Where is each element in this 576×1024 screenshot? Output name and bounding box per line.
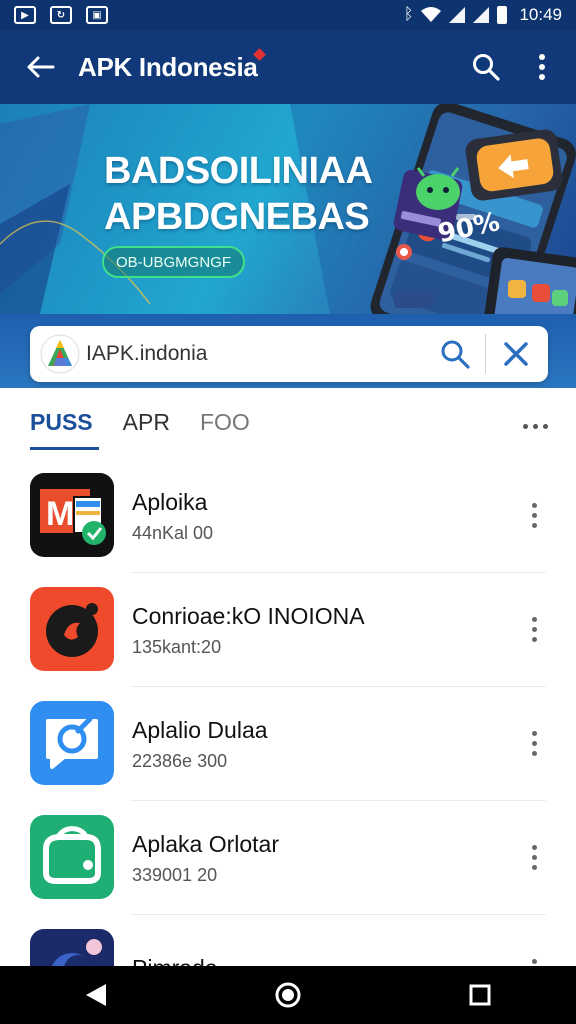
search-icon	[473, 54, 500, 81]
svg-text:M: M	[46, 495, 74, 533]
square-recents-icon	[469, 984, 491, 1006]
promo-banner[interactable]: 90% BADSOILINIAA APBDGNEBAS OB-UBGMGNGF	[0, 104, 576, 314]
system-nav-bar	[0, 966, 576, 1024]
app-subtitle: 339001 20	[132, 864, 218, 885]
list-item[interactable]: Conrioae:kO INOIONA 135kant:20	[0, 572, 576, 686]
category-tabs: PUSS APR FOO	[0, 396, 576, 456]
item-menu-button[interactable]	[514, 599, 554, 659]
dark-app-icon	[30, 929, 114, 966]
record-app-icon	[30, 587, 114, 671]
banner-headline: BADSOILINIAA APBDGNEBAS	[104, 148, 374, 240]
list-item[interactable]: M Aploika 44nKal 00	[0, 458, 576, 572]
app-subtitle: 22386e 300	[132, 750, 228, 771]
more-vertical-icon	[539, 54, 545, 80]
more-horizontal-icon	[523, 423, 528, 429]
item-menu-button[interactable]	[514, 827, 554, 887]
banner-headline-line1: BADSOILINIAA	[104, 150, 373, 192]
overflow-menu-button[interactable]	[518, 43, 566, 91]
app-bar: APK Indonesia	[0, 30, 576, 104]
battery-icon	[497, 6, 508, 24]
circle-home-icon	[275, 982, 301, 1008]
search-divider	[485, 334, 486, 374]
item-menu-button[interactable]	[514, 941, 554, 966]
app-name: Aplalio Dulaa	[132, 716, 268, 743]
app-name: Aploika	[132, 488, 208, 515]
tab-foo[interactable]: FOO	[200, 409, 250, 444]
nav-recents-button[interactable]	[450, 971, 510, 1019]
banner-headline-line2: APBDGNEBAS	[104, 196, 370, 238]
search-bar	[30, 326, 548, 382]
play-store-notification-icon: ▶	[14, 6, 36, 24]
search-icon	[441, 340, 470, 369]
tabs-more-button[interactable]	[523, 411, 548, 441]
list-item[interactable]: Pimrada	[0, 914, 576, 966]
close-icon	[504, 342, 528, 366]
status-bar: ▶ ↻ ▣ ᛒ 10:49	[0, 0, 576, 30]
clear-search-button[interactable]	[490, 332, 542, 376]
app-list: M Aploika 44nKal 00 Conrioae:kO INOIONA …	[0, 458, 576, 966]
back-button[interactable]	[12, 39, 68, 95]
page-title: APK Indonesia	[78, 47, 266, 83]
chat-check-app-icon	[30, 701, 114, 785]
item-menu-button[interactable]	[514, 485, 554, 545]
wallet-app-icon	[30, 815, 114, 899]
app-subtitle: 44nKal 00	[132, 522, 214, 543]
signal-icon-2	[473, 7, 490, 23]
apk-logo-icon	[40, 334, 80, 374]
app-name: Aplaka Orlotar	[132, 830, 280, 857]
item-menu-button[interactable]	[514, 713, 554, 773]
page-title-text: APK Indonesia	[78, 51, 258, 82]
app-name: Pimrada	[132, 953, 514, 966]
list-item[interactable]: Aplalio Dulaa 22386e 300	[0, 686, 576, 800]
app-subtitle: 135kant:20	[132, 636, 222, 657]
nav-back-button[interactable]	[66, 971, 126, 1019]
search-input[interactable]	[86, 342, 429, 366]
sync-notification-icon: ↻	[50, 6, 72, 24]
banner-cta-button[interactable]: OB-UBGMGNGF	[102, 246, 245, 278]
bluetooth-icon: ᛒ	[403, 6, 414, 23]
screen: ▶ ↻ ▣ ᛒ 10:49 APK Indonesia 90% BADSOILI…	[0, 0, 576, 1024]
wifi-icon	[421, 7, 442, 22]
triangle-back-icon	[86, 984, 106, 1006]
list-item[interactable]: Aplaka Orlotar 339001 20	[0, 800, 576, 914]
tab-puss[interactable]: PUSS	[30, 409, 99, 450]
app-name: Conrioae:kO INOIONA	[132, 602, 365, 629]
signal-icon-1	[449, 7, 466, 23]
clock: 10:49	[519, 5, 562, 24]
arrow-left-icon	[27, 56, 55, 78]
search-button[interactable]	[462, 43, 510, 91]
multi-window-app-icon: M	[30, 473, 114, 557]
tab-apr[interactable]: APR	[123, 409, 170, 444]
search-area	[0, 314, 576, 388]
gallery-notification-icon: ▣	[86, 6, 108, 24]
search-submit-button[interactable]	[429, 332, 481, 376]
nav-home-button[interactable]	[258, 971, 318, 1019]
